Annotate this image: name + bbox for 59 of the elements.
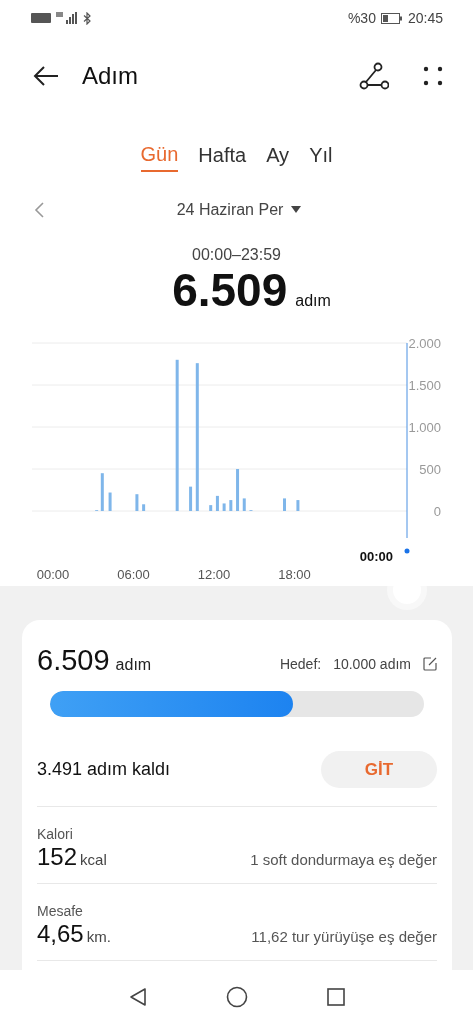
metric-equivalent: 11,62 tur yürüyüşe eş değer — [251, 928, 437, 945]
edit-goal-button[interactable] — [423, 657, 437, 671]
metric-value: 152 — [37, 843, 78, 871]
step-bar — [189, 486, 193, 511]
metric-unit: km. — [86, 928, 111, 945]
x-axis-label: 12:00 — [197, 567, 231, 582]
back-button[interactable] — [32, 64, 60, 88]
step-bar — [242, 498, 246, 511]
goal-value: 10.000 adım — [333, 656, 411, 672]
remaining-steps: 3.491 adım kaldı — [37, 759, 171, 780]
period-tab[interactable]: Hafta — [198, 138, 247, 172]
step-bar — [283, 498, 286, 511]
more-button[interactable] — [421, 64, 445, 88]
y-axis-label: 2.000 — [408, 336, 441, 351]
step-bar — [236, 469, 240, 511]
cursor-time: 00:00 — [359, 549, 393, 564]
y-axis-label: 1.500 — [408, 378, 441, 393]
period-tab[interactable]: Ay — [266, 138, 290, 172]
step-total: 6.509 — [172, 264, 288, 316]
metric-label: Kalori — [37, 826, 73, 842]
bluetooth-icon — [83, 11, 91, 25]
step-bar — [142, 504, 146, 511]
x-axis-label: 00:00 — [36, 567, 70, 582]
step-count: 6.509 — [37, 644, 110, 677]
step-bar — [108, 492, 112, 511]
step-bar — [135, 494, 139, 511]
y-axis-label: 500 — [419, 462, 441, 477]
x-axis-label: 18:00 — [278, 567, 311, 582]
signal-icon — [56, 12, 78, 24]
step-bar — [209, 505, 213, 511]
nav-recents-button[interactable] — [325, 987, 346, 1007]
page-title: Adım — [82, 62, 138, 90]
step-unit: adım — [295, 292, 331, 310]
step-bar — [215, 495, 219, 511]
goal-label: Hedef: — [279, 656, 322, 672]
nav-home-button[interactable] — [225, 986, 248, 1008]
metric-equivalent: 1 soft dondurmaya eş değer — [250, 851, 437, 868]
step-bar — [222, 503, 226, 511]
battery-percent: %30 — [347, 10, 376, 26]
route-button[interactable] — [359, 62, 389, 90]
metric-label: Mesafe — [37, 903, 83, 919]
clock: 20:45 — [407, 10, 443, 26]
x-axis-label: 06:00 — [117, 567, 150, 582]
step-unit: adım — [115, 656, 152, 674]
date-selector[interactable]: 24 Haziran Per — [176, 201, 303, 219]
volte-icon — [31, 13, 51, 23]
metric-unit: kcal — [80, 851, 107, 868]
time-range: 00:00–23:59 — [192, 246, 281, 264]
period-tab[interactable]: Yıl — [309, 138, 333, 172]
cursor-dot — [404, 548, 410, 554]
previous-day-button[interactable] — [33, 201, 45, 219]
nav-back-button[interactable] — [127, 987, 148, 1007]
metric-value: 4,65 — [37, 920, 84, 948]
step-bar — [296, 500, 300, 511]
battery-icon — [380, 12, 403, 24]
step-bar — [229, 500, 233, 511]
y-axis-label: 0 — [433, 504, 441, 519]
caret-icon — [290, 205, 303, 215]
y-axis-label: 1.000 — [408, 420, 441, 435]
